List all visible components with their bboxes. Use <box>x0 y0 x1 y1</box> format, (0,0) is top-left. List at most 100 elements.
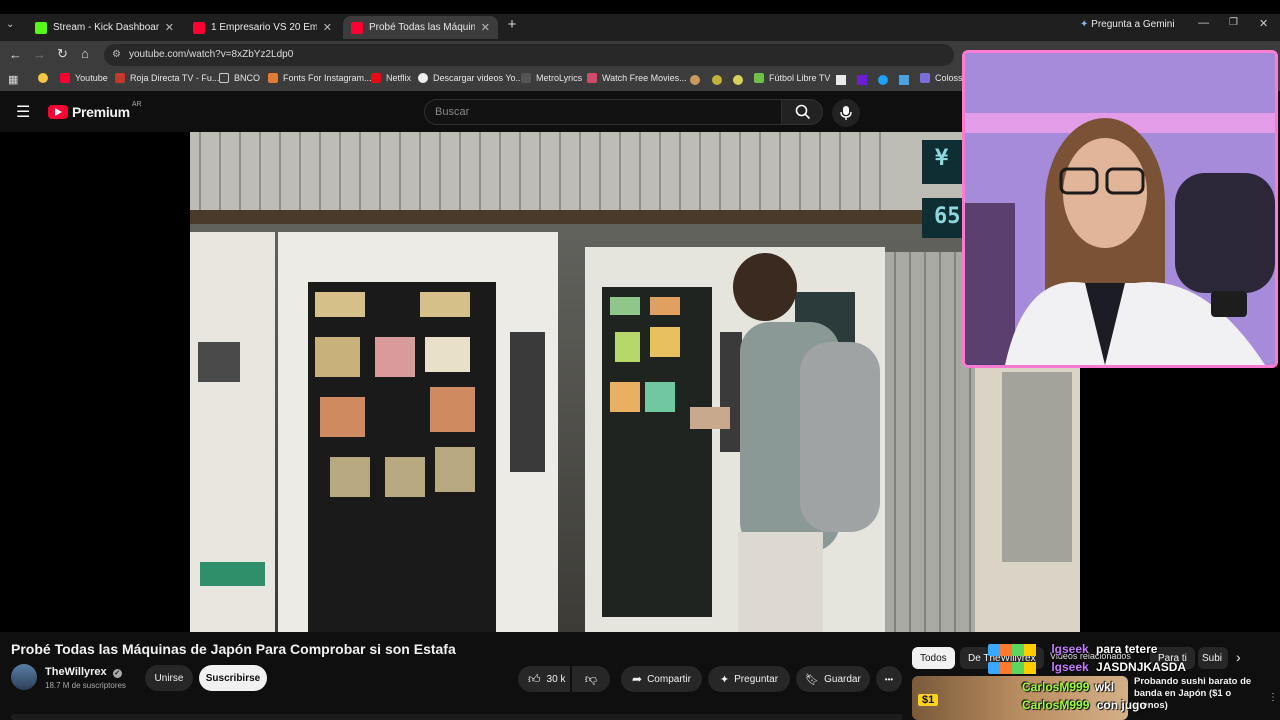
chat-message: CarlosM999 con jugo <box>1022 698 1147 712</box>
tab-kick-dashboard[interactable]: Stream - Kick Dashboard ✕ <box>27 16 182 39</box>
bookmark-icon-1[interactable] <box>690 75 700 85</box>
like-count: 30 k <box>546 673 566 685</box>
share-button[interactable]: ➦ Compartir <box>621 666 702 692</box>
bookmark-coloss[interactable]: Coloss <box>920 73 963 83</box>
chat-text: wkl <box>1094 680 1115 694</box>
bookmark-descargar[interactable]: Descargar videos Yo... <box>418 73 523 83</box>
join-button[interactable]: Unirse <box>145 665 193 691</box>
close-tab-icon[interactable]: ✕ <box>165 21 174 34</box>
bookmark-futbol-libre[interactable]: Fútbol Libre TV <box>754 73 830 83</box>
chat-username: lgseek <box>1051 660 1089 674</box>
restore-window-icon[interactable]: ❐ <box>1229 17 1238 28</box>
bookmark-fonts[interactable]: Fonts For Instagram... <box>268 73 372 83</box>
subscriber-count: 18.7 M de suscriptores <box>45 681 126 690</box>
bookmark-label: Roja Directa TV - Fu... <box>130 73 220 83</box>
emoji-bookmark-icon[interactable] <box>38 73 48 83</box>
more-actions-button[interactable]: ••• <box>876 666 902 692</box>
youtube-favicon-icon <box>193 21 205 34</box>
bookmark-watch-free-movies[interactable]: Watch Free Movies... <box>587 73 687 83</box>
channel-name[interactable]: TheWillyrex ✓ <box>45 666 122 678</box>
thumbs-down-icon: 👎︎ <box>584 671 598 686</box>
site-info-icon[interactable]: ⚙ <box>112 44 121 66</box>
folder-icon <box>219 73 229 83</box>
bookmark-icon-4[interactable] <box>836 75 846 85</box>
close-tab-icon[interactable]: ✕ <box>481 21 490 34</box>
gemini-button[interactable]: ✦ Pregunta a Gemini <box>1080 19 1175 30</box>
channel-avatar[interactable] <box>11 664 37 690</box>
home-icon[interactable]: ⌂ <box>81 46 89 61</box>
bookmark-icon-7[interactable] <box>899 75 909 85</box>
hamburger-menu-icon[interactable]: ☰ <box>16 102 30 122</box>
ask-label: Preguntar <box>734 673 779 685</box>
close-tab-icon[interactable]: ✕ <box>323 21 332 34</box>
futbol-libre-icon <box>754 73 764 83</box>
bookmark-netflix[interactable]: Netflix <box>371 73 411 83</box>
youtube-play-icon <box>48 105 68 119</box>
gemini-sparkle-icon: ✦ <box>1080 19 1089 30</box>
minimize-window-icon[interactable]: — <box>1198 17 1209 29</box>
video-frame: ¥ 65 <box>190 132 1080 632</box>
search-icon <box>795 104 811 120</box>
back-arrow-icon[interactable]: ← <box>9 47 22 62</box>
browser-tab-bar: ⌄ Stream - Kick Dashboard ✕ 1 Empresario… <box>0 0 1280 41</box>
search-input[interactable]: Buscar <box>424 99 782 125</box>
tab-list-dropdown-icon[interactable]: ⌄ <box>6 19 20 33</box>
bookmark-bnco[interactable]: BNCO <box>219 73 260 83</box>
chat-username: CarlosM999 <box>1022 698 1090 712</box>
bookmark-label: Watch Free Movies... <box>602 73 687 83</box>
related-video-title[interactable]: Probando sushi barato de banda en Japón … <box>1134 676 1264 712</box>
bookmark-youtube[interactable]: Youtube <box>60 73 108 83</box>
bookmark-icon-6[interactable] <box>878 75 888 85</box>
chip-todos[interactable]: Todos <box>912 647 955 669</box>
related-more-icon[interactable]: ⋮ <box>1268 692 1278 703</box>
chat-message: lgseek JASDNJKASDA <box>988 660 1186 674</box>
bookmark-label: BNCO <box>234 73 261 83</box>
streamer-portrait <box>965 53 1275 365</box>
gemini-label: Pregunta a Gemini <box>1091 19 1175 30</box>
forward-arrow-icon[interactable]: → <box>33 47 46 62</box>
tab-empresario[interactable]: 1 Empresario VS 20 Empleados ✕ <box>185 16 340 39</box>
reload-icon[interactable]: ↻ <box>57 46 68 62</box>
close-window-icon[interactable]: ✕ <box>1259 17 1268 30</box>
region-code: AR <box>131 100 142 108</box>
chat-badges-icon <box>988 661 1048 674</box>
new-tab-button[interactable]: + <box>504 16 520 34</box>
bookmark-metrolyrics[interactable]: MetroLyrics <box>521 73 582 83</box>
bookmark-label: Fonts For Instagram... <box>283 73 372 83</box>
subscribe-button[interactable]: Suscribirse <box>199 665 267 691</box>
bookmark-label: MetroLyrics <box>536 73 583 83</box>
fonts-icon <box>268 73 278 83</box>
chip-subidos[interactable]: Subi <box>1198 647 1228 669</box>
apps-grid-icon[interactable]: ▦ <box>8 73 18 86</box>
bookmark-label: Netflix <box>386 73 412 83</box>
dislike-button[interactable]: 👎︎ <box>572 666 610 692</box>
bookmark-roja-directa[interactable]: Roja Directa TV - Fu... <box>115 73 219 83</box>
chips-next-arrow-icon[interactable]: › <box>1236 649 1241 665</box>
search-button[interactable] <box>781 99 823 125</box>
bookmark-icon: 🔖︎ <box>805 673 820 686</box>
thumbs-up-icon: 👍︎ <box>528 671 541 686</box>
address-bar[interactable]: ⚙ youtube.com/watch?v=8xZbYz2Ldp0 <box>104 44 954 66</box>
chat-username: CarlosM999 <box>1022 680 1090 694</box>
youtube-premium-logo[interactable]: Premium AR <box>48 100 142 120</box>
channel-name-text: TheWillyrex <box>45 666 107 678</box>
bookmark-icon-2[interactable] <box>712 75 722 85</box>
save-button[interactable]: 🔖︎ Guardar <box>796 666 870 692</box>
chat-message: lgseek para tetere <box>988 642 1157 656</box>
bookmark-label: Youtube <box>75 73 108 83</box>
save-label: Guardar <box>824 673 861 685</box>
share-label: Compartir <box>647 673 691 685</box>
metrolyrics-icon <box>521 73 531 83</box>
bookmark-icon-3[interactable] <box>733 75 743 85</box>
page-scrollbar[interactable] <box>11 714 903 720</box>
bookmark-icon-5[interactable] <box>857 75 867 85</box>
chat-username: lgseek <box>1051 642 1089 656</box>
bookmark-label: Fútbol Libre TV <box>769 73 831 83</box>
like-button[interactable]: 👍︎ 30 k <box>518 666 570 692</box>
tab-title: Stream - Kick Dashboard <box>53 22 159 33</box>
sparkle-icon: ✦ <box>719 673 730 686</box>
ask-button[interactable]: ✦ Preguntar <box>708 666 790 692</box>
voice-search-button[interactable] <box>832 99 860 127</box>
tab-maquinas-japon[interactable]: Probé Todas las Máquinas de Jap ✕ <box>343 16 498 39</box>
price-number: 65 <box>934 204 961 229</box>
